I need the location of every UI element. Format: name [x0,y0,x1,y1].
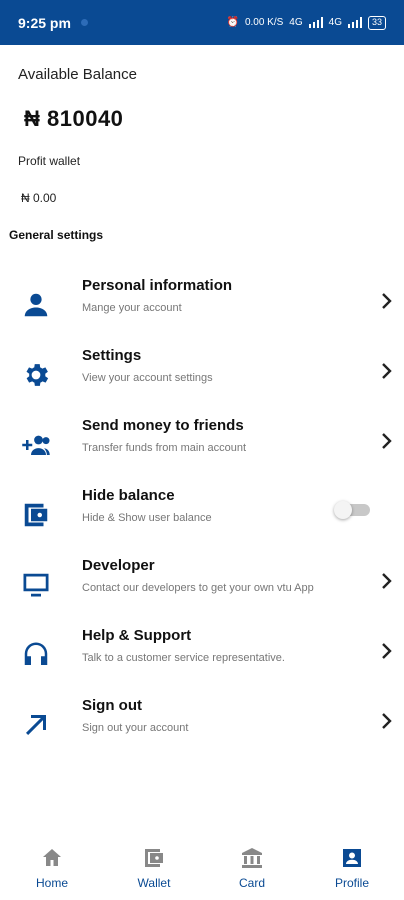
chevron-right-icon [380,291,394,311]
hide-balance-toggle[interactable] [334,501,370,519]
menu-subtitle: View your account settings [82,372,213,384]
menu-subtitle: Talk to a customer service representativ… [82,652,285,664]
chevron-right-icon [380,571,394,591]
menu-title: Developer [82,557,155,574]
menu-subtitle: Contact our developers to get your own v… [82,582,314,594]
nav-label-home: Home [35,876,68,890]
menu-title: Sign out [82,697,142,714]
menu-title: Hide balance [82,487,175,504]
headphones-icon [18,637,54,673]
chevron-right-icon [380,641,394,661]
status-time: 9:25 pm [18,14,71,31]
nav-item-wallet[interactable]: Wallet [104,840,204,900]
menu-subtitle: Mange your account [82,302,182,314]
menu-item-personal-information[interactable]: Personal information Mange your account [0,277,404,339]
chevron-right-icon [380,361,394,381]
nav-item-card[interactable]: Card [202,840,302,900]
menu-title: Send money to friends [82,417,244,434]
menu-subtitle: Transfer funds from main account [82,442,247,454]
available-balance-label: Available Balance [18,66,137,83]
menu-item-send-money[interactable]: Send money to friends Transfer funds fro… [0,417,404,479]
menu-item-hide-balance: Hide balance Hide & Show user balance [0,487,404,549]
bank-icon [242,848,262,868]
monitor-icon [18,567,54,603]
menu-item-sign-out[interactable]: Sign out Sign out your account [0,697,404,759]
arrow-up-right-icon [18,707,54,743]
profit-wallet-amount: ₦ 0.00 [21,191,57,205]
section-title: General settings [9,228,104,242]
chevron-right-icon [380,711,394,731]
gear-icon [18,357,54,393]
menu-item-settings[interactable]: Settings View your account settings [0,347,404,409]
bottom-navigation: Home Wallet Card Profile [0,840,404,900]
notification-dot-icon [80,19,88,26]
battery-icon: 33 [367,15,386,30]
status-indicators: ⏰ 0.00 K/S 4G 4G 33 [226,15,386,30]
nav-label-profile: Profile [334,876,369,890]
menu-subtitle: Sign out your account [82,722,189,734]
menu-item-help-support[interactable]: Help & Support Talk to a customer servic… [0,627,404,689]
status-bar: 9:25 pm ⏰ 0.00 K/S 4G 4G 33 [0,0,404,45]
toggle-knob [334,501,352,519]
wallet-icon [18,497,54,533]
available-balance-amount: ₦ 810040 [24,106,124,131]
network-type-2: 4G [328,17,342,28]
network-type-1: 4G [289,17,303,28]
menu-subtitle: Hide & Show user balance [82,512,212,524]
add-people-icon [18,427,54,463]
menu-item-developer[interactable]: Developer Contact our developers to get … [0,557,404,619]
alarm-icon: ⏰ [226,17,239,28]
signal-icon [308,17,323,28]
wallet-icon [145,849,163,867]
signal-icon [347,17,362,28]
menu-title: Settings [82,347,142,364]
menu-title: Help & Support [82,627,192,644]
home-icon [43,849,61,866]
nav-item-home[interactable]: Home [2,840,102,900]
menu-title: Personal information [82,277,233,294]
profit-wallet-label: Profit wallet [18,154,81,168]
network-speed: 0.00 K/S [244,17,284,28]
person-icon [18,287,54,323]
nav-item-profile[interactable]: Profile [302,840,402,900]
chevron-right-icon [380,431,394,451]
nav-label-wallet: Wallet [137,876,171,890]
profile-icon [343,849,361,867]
nav-label-card: Card [238,876,265,890]
